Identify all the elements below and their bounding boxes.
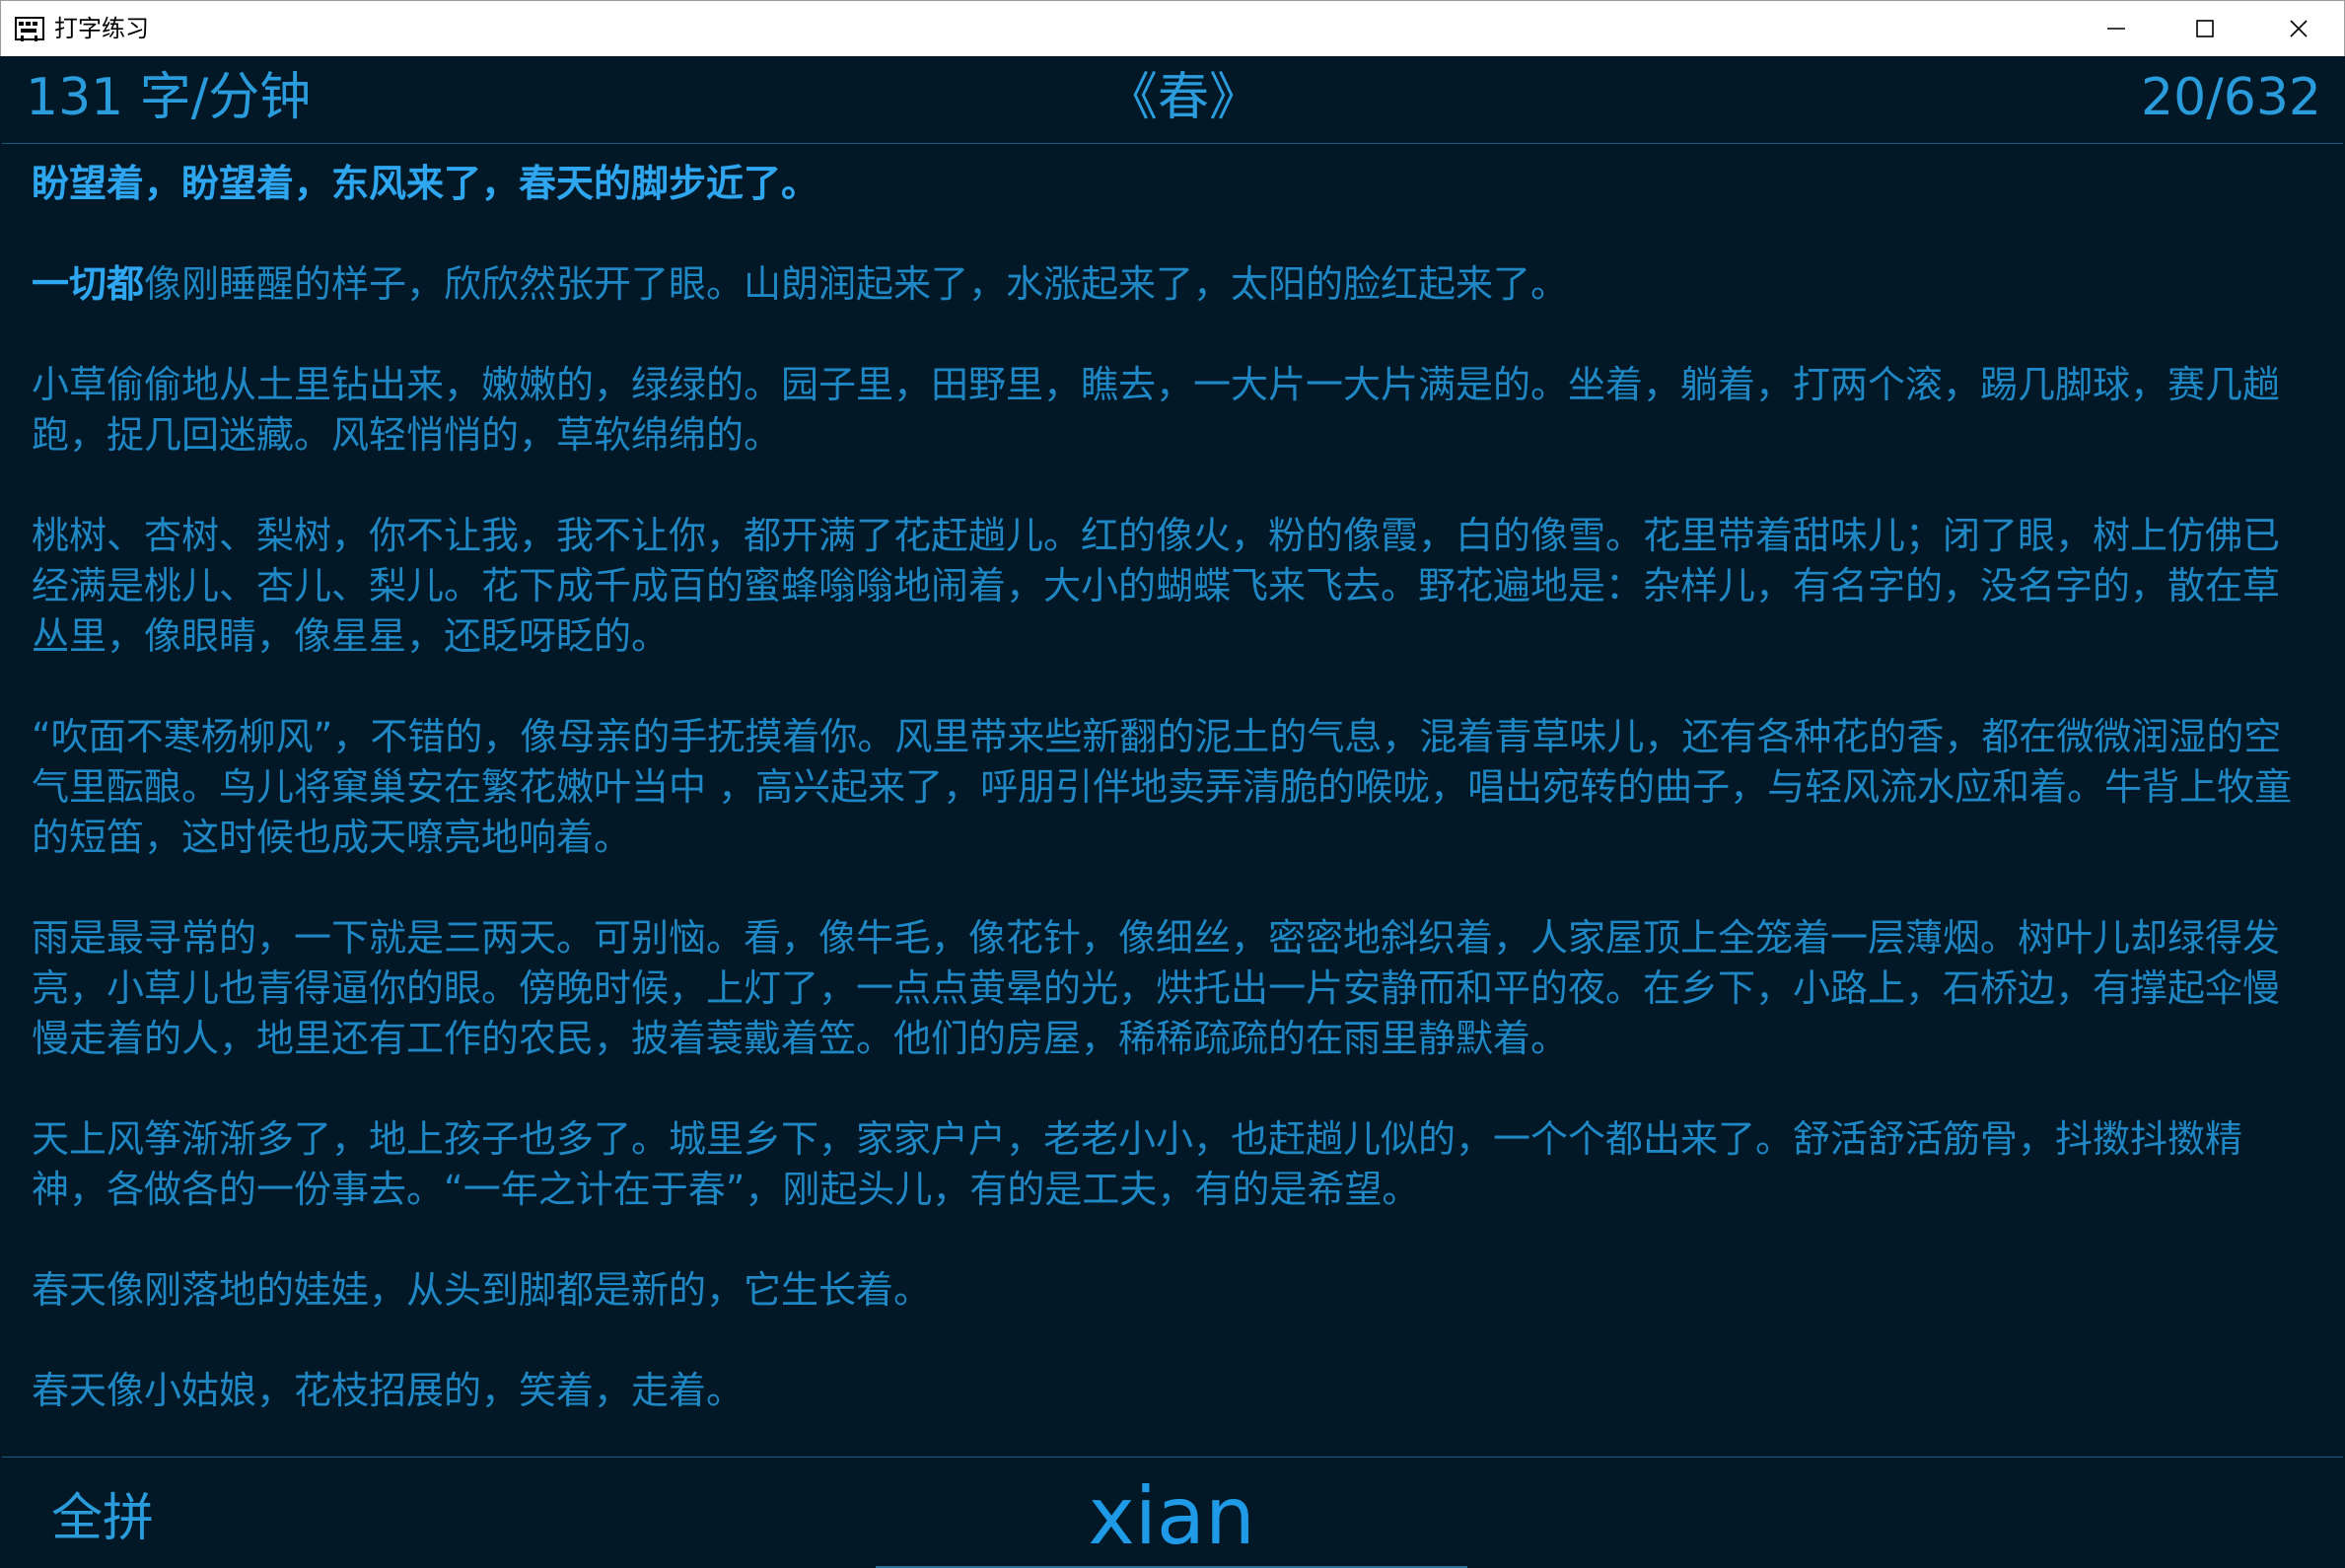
paragraph: 桃树、杏树、梨树，你不让我，我不让你，都开满了花赶趟儿。红的像火，粉的像霞，白的… — [32, 511, 2309, 662]
paragraph: 小草偷偷地从土里钻出来，嫩嫩的，绿绿的。园子里，田野里，瞧去，一大片一大片满是的… — [32, 360, 2309, 461]
minimize-icon — [2107, 28, 2125, 30]
typing-app: 131 字/分钟 《春》 20/632 盼望着，盼望着，东风来了，春天的脚步近了… — [2, 56, 2343, 1568]
article-title: 《春》 — [1106, 68, 1261, 127]
paragraph: 天上风筝渐渐多了，地上孩子也多了。城里乡下，家家户户，老老小小，也赶趟儿似的，一… — [32, 1114, 2309, 1215]
stats-header: 131 字/分钟 《春》 20/632 — [2, 56, 2343, 144]
window-titlebar[interactable]: 打字练习 — [0, 0, 2345, 56]
untyped-text: 春天像刚落地的娃娃，从头到脚都是新的，它生长着。 — [32, 1268, 932, 1312]
typing-speed: 131 字/分钟 — [26, 68, 312, 127]
pinyin-input[interactable]: xian — [876, 1467, 1467, 1568]
close-icon — [2290, 20, 2308, 37]
input-mode-label[interactable]: 全拼 — [51, 1487, 154, 1550]
typing-progress: 20/632 — [2141, 68, 2321, 127]
untyped-text: 小草偷偷地从土里钻出来，嫩嫩的，绿绿的。园子里，田野里，瞧去，一大片一大片满是的… — [32, 363, 2281, 457]
untyped-text: 像刚睡醒的样子，欣欣然张开了眼。山朗润起来了，水涨起来了，太阳的脸红起来了。 — [144, 262, 1569, 306]
untyped-text: 雨是最寻常的，一下就是三两天。可别恼。看，像牛毛，像花针，像细丝，密密地斜织着，… — [32, 916, 2281, 1060]
window-title: 打字练习 — [54, 15, 149, 42]
untyped-text: 天上风筝渐渐多了，地上孩子也多了。城里乡下，家家户户，老老小小，也赶趟儿似的，一… — [32, 1117, 2243, 1211]
maximize-button[interactable] — [2161, 1, 2249, 56]
untyped-text: 桃树、杏树、梨树，你不让我，我不让你，都开满了花赶趟儿。红的像火，粉的像霞，白的… — [32, 514, 2281, 658]
maximize-icon — [2196, 20, 2214, 37]
close-button[interactable] — [2254, 1, 2343, 56]
practice-text: 盼望着，盼望着，东风来了，春天的脚步近了。 一切都像刚睡醒的样子，欣欣然张开了眼… — [32, 159, 2309, 1510]
typed-text: 盼望着，盼望着，东风来了，春天的脚步近了。 — [32, 162, 819, 205]
paragraph: 一切都像刚睡醒的样子，欣欣然张开了眼。山朗润起来了，水涨起来了，太阳的脸红起来了… — [32, 259, 2309, 310]
typed-text: 一切都 — [32, 262, 145, 306]
untyped-text: 春天像小姑娘，花枝招展的，笑着，走着。 — [32, 1369, 745, 1412]
paragraph: 春天像小姑娘，花枝招展的，笑着，走着。 — [32, 1366, 2309, 1416]
untyped-text: “吹面不寒杨柳风”，不错的，像母亲的手抚摸着你。风里带来些新翻的泥土的气息，混着… — [32, 715, 2293, 859]
minimize-button[interactable] — [2072, 1, 2161, 56]
paragraph: “吹面不寒杨柳风”，不错的，像母亲的手抚摸着你。风里带来些新翻的泥土的气息，混着… — [32, 712, 2309, 863]
paragraph: 盼望着，盼望着，东风来了，春天的脚步近了。 — [32, 159, 2309, 209]
paragraph: 雨是最寻常的，一下就是三两天。可别恼。看，像牛毛，像花针，像细丝，密密地斜织着，… — [32, 913, 2309, 1064]
input-footer: 全拼 xian — [2, 1457, 2343, 1568]
paragraph: 春天像刚落地的娃娃，从头到脚都是新的，它生长着。 — [32, 1265, 2309, 1316]
app-icon — [15, 17, 44, 41]
